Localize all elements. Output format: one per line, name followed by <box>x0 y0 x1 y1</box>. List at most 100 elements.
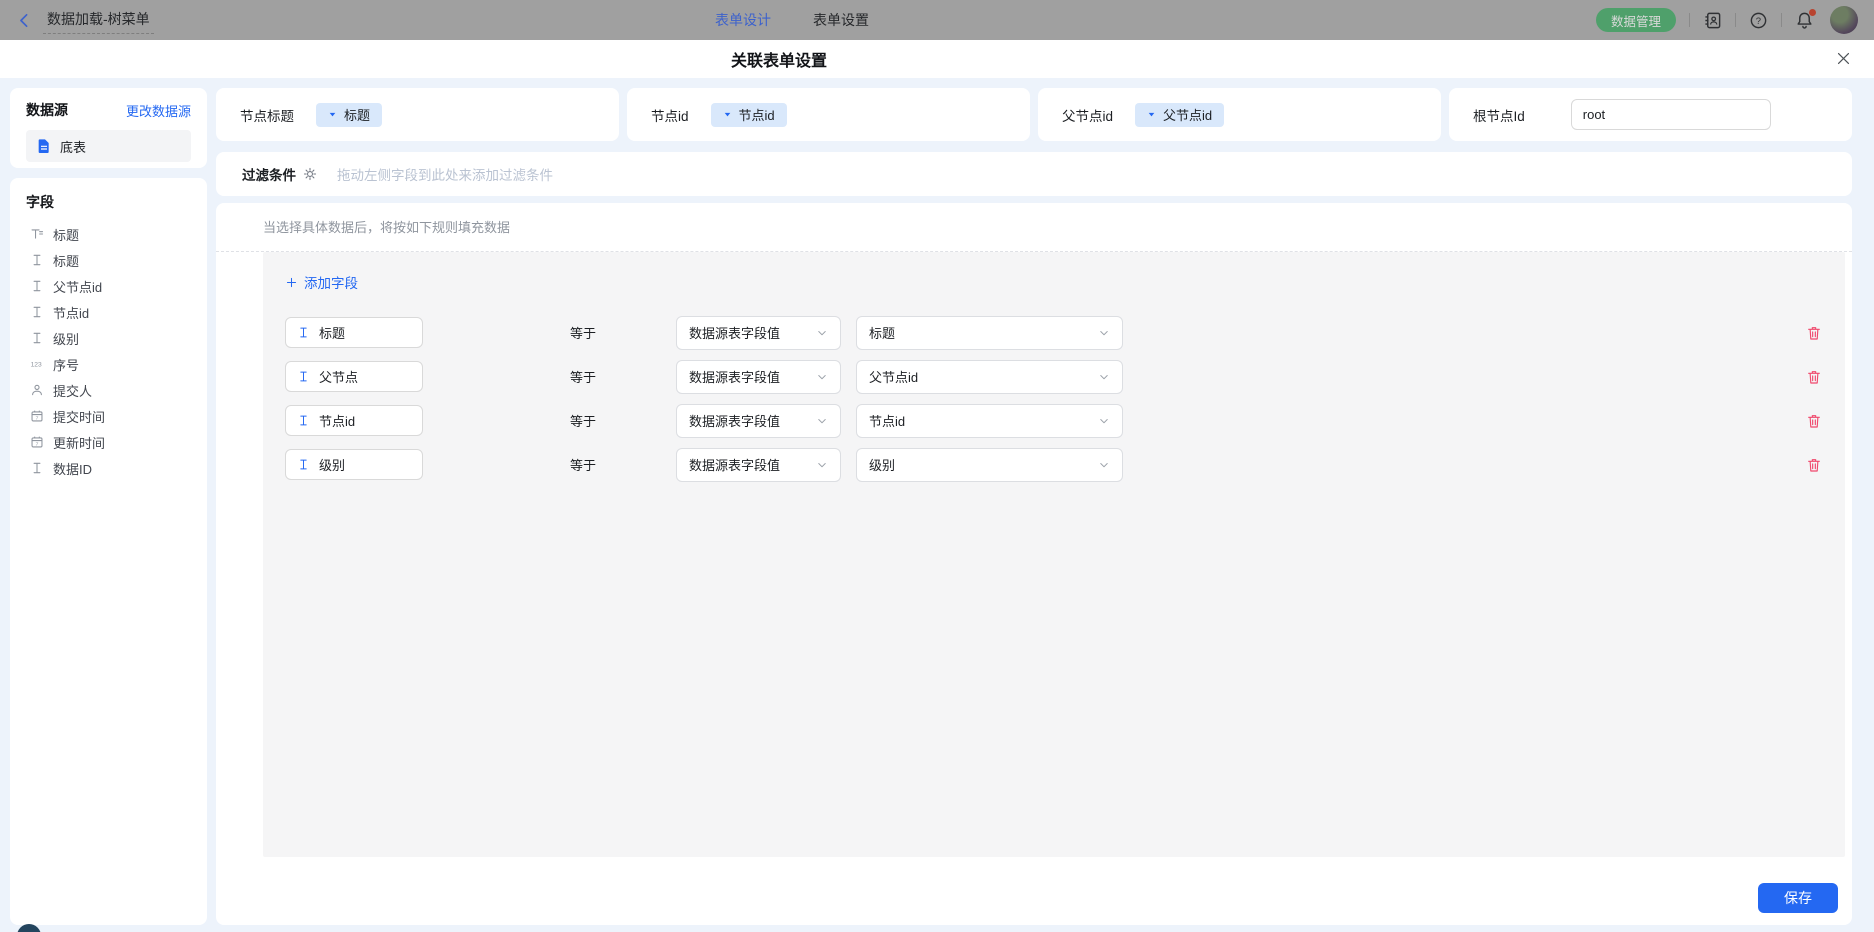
rule-source-value: 数据源表字段值 <box>689 411 780 430</box>
nav-tab[interactable]: 表单设计 <box>715 10 771 30</box>
calendar-icon <box>30 409 44 423</box>
field-item-label: 级别 <box>53 329 79 348</box>
mapping-field-tag[interactable]: 标题 <box>316 103 382 127</box>
trash-icon <box>1806 369 1822 385</box>
rule-source-value: 数据源表字段值 <box>689 367 780 386</box>
field-item-label: 标题 <box>53 225 79 244</box>
calendar-icon <box>30 435 44 449</box>
title-icon <box>30 227 44 241</box>
modal-header: 关联表单设置 <box>0 40 1874 78</box>
rule-target-field[interactable]: 级别 <box>285 449 423 480</box>
notification-badge <box>1809 9 1816 16</box>
datasource-card: 数据源 更改数据源 底表 <box>10 88 207 168</box>
filter-dropzone-placeholder[interactable]: 拖动左侧字段到此处来添加过滤条件 <box>337 164 553 184</box>
gear-icon[interactable] <box>303 167 317 181</box>
field-item[interactable]: 标题 <box>26 247 191 273</box>
rule-source-select[interactable]: 数据源表字段值 <box>676 448 841 482</box>
page-title[interactable]: 数据加载-树菜单 <box>43 7 154 34</box>
chevron-down-icon <box>816 371 828 383</box>
field-item-label: 提交人 <box>53 381 92 400</box>
rule-row: 标题 等于 数据源表字段值 标题 <box>285 316 1822 350</box>
field-item[interactable]: 更新时间 <box>26 429 191 455</box>
caret-down-icon <box>328 110 337 119</box>
text-field-icon <box>297 326 310 339</box>
fill-rules-card: 当选择具体数据后，将按如下规则填充数据 添加字段 标题 <box>216 203 1852 925</box>
root-node-input[interactable] <box>1571 99 1771 130</box>
rule-value-value: 父节点id <box>869 367 918 386</box>
table-file-icon <box>36 138 52 154</box>
delete-rule-button[interactable] <box>1806 325 1822 341</box>
add-field-button[interactable]: 添加字段 <box>285 272 358 292</box>
divider <box>1735 13 1736 27</box>
rule-target-field[interactable]: 父节点 <box>285 361 423 392</box>
nav-tabs: 表单设计 表单设置 <box>715 0 869 40</box>
rule-value-select[interactable]: 标题 <box>856 316 1123 350</box>
delete-rule-button[interactable] <box>1806 457 1822 473</box>
text-icon <box>30 253 44 267</box>
rule-target-field[interactable]: 节点id <box>285 405 423 436</box>
delete-rule-button[interactable] <box>1806 369 1822 385</box>
chevron-down-icon <box>1098 371 1110 383</box>
nav-right: 数据管理 <box>1596 6 1858 34</box>
text-icon <box>30 331 44 345</box>
save-button[interactable]: 保存 <box>1758 883 1838 913</box>
text-icon <box>30 305 44 319</box>
filter-bar: 过滤条件 拖动左侧字段到此处来添加过滤条件 <box>216 152 1852 196</box>
field-item[interactable]: 父节点id <box>26 273 191 299</box>
field-item[interactable]: 标题 <box>26 221 191 247</box>
field-item[interactable]: 数据ID <box>26 455 191 481</box>
rule-value-select[interactable]: 父节点id <box>856 360 1123 394</box>
rule-operator: 等于 <box>570 323 600 342</box>
field-item[interactable]: 提交人 <box>26 377 191 403</box>
contacts-icon[interactable] <box>1703 11 1722 30</box>
rule-target-field-label: 父节点 <box>319 367 358 386</box>
nav-tab[interactable]: 表单设置 <box>813 10 869 30</box>
fields-title: 字段 <box>26 192 191 212</box>
rule-value-select[interactable]: 节点id <box>856 404 1123 438</box>
mapping-field-tag[interactable]: 节点id <box>711 103 787 127</box>
rule-operator: 等于 <box>570 455 600 474</box>
rule-target-field[interactable]: 标题 <box>285 317 423 348</box>
divider <box>1689 13 1690 27</box>
rule-value-value: 标题 <box>869 323 895 342</box>
chevron-down-icon <box>1098 459 1110 471</box>
change-datasource-link[interactable]: 更改数据源 <box>126 101 191 120</box>
divider <box>1781 13 1782 27</box>
data-manage-button[interactable]: 数据管理 <box>1596 8 1676 32</box>
rule-row: 父节点 等于 数据源表字段值 父节点id <box>285 360 1822 394</box>
rule-value-select[interactable]: 级别 <box>856 448 1123 482</box>
chevron-down-icon <box>816 415 828 427</box>
trash-icon <box>1806 325 1822 341</box>
delete-rule-button[interactable] <box>1806 413 1822 429</box>
add-field-label: 添加字段 <box>304 272 358 292</box>
rule-target-field-label: 节点id <box>319 411 355 430</box>
app-screen: 数据加载-树菜单 表单设计 表单设置 数据管理 关联表单设置 <box>0 0 1874 932</box>
field-item-label: 节点id <box>53 303 89 322</box>
close-icon[interactable] <box>1835 50 1852 67</box>
field-item[interactable]: 级别 <box>26 325 191 351</box>
avatar[interactable] <box>1830 6 1858 34</box>
rule-target-field-label: 标题 <box>319 323 345 342</box>
rule-source-select[interactable]: 数据源表字段值 <box>676 360 841 394</box>
field-item[interactable]: 节点id <box>26 299 191 325</box>
rule-source-select[interactable]: 数据源表字段值 <box>676 316 841 350</box>
rule-value-value: 节点id <box>869 411 905 430</box>
mapping-label: 节点id <box>651 105 689 125</box>
mapping-field-tag-label: 标题 <box>344 105 370 124</box>
back-icon[interactable] <box>16 12 33 29</box>
chevron-down-icon <box>816 459 828 471</box>
field-item[interactable]: 提交时间 <box>26 403 191 429</box>
field-item[interactable]: 序号 <box>26 351 191 377</box>
rule-source-select[interactable]: 数据源表字段值 <box>676 404 841 438</box>
notifications[interactable] <box>1795 11 1814 30</box>
fields-card: 字段 标题 标题 父节点id 节点id <box>10 178 207 925</box>
modal-body: 数据源 更改数据源 底表 字段 标题 标题 <box>0 78 1874 932</box>
nav-left: 数据加载-树菜单 <box>16 7 154 34</box>
mapping-field-tag-label: 节点id <box>739 105 775 124</box>
root-node-card: 根节点Id <box>1449 88 1852 141</box>
help-icon[interactable] <box>1749 11 1768 30</box>
mapping-field-tag[interactable]: 父节点id <box>1135 103 1224 127</box>
datasource-title: 数据源 <box>26 100 68 120</box>
mapping-label: 节点标题 <box>240 105 294 125</box>
datasource-table-item[interactable]: 底表 <box>26 130 191 162</box>
